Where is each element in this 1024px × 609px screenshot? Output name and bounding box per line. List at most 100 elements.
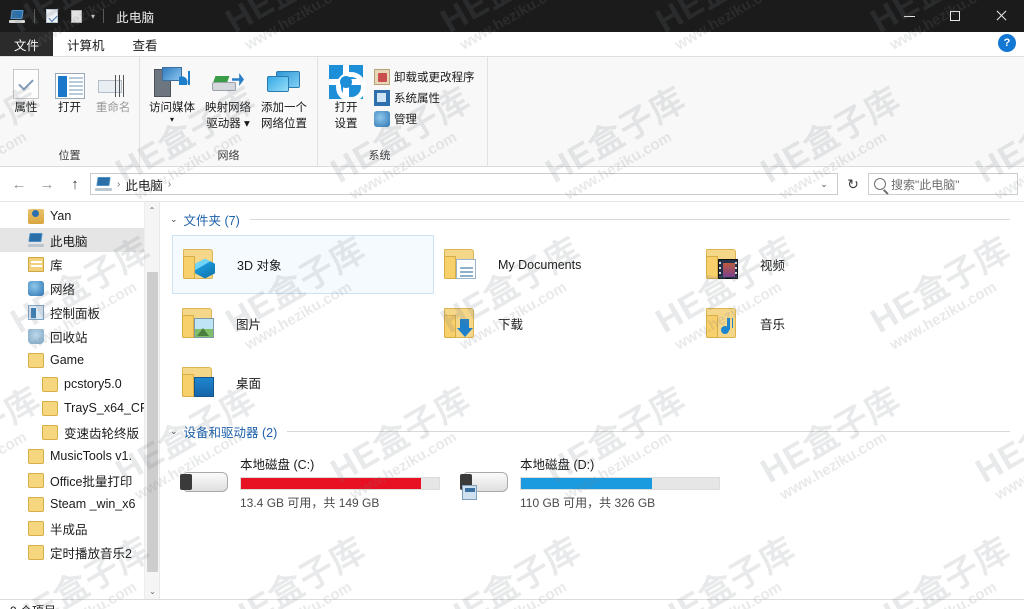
nav-item-musictools[interactable]: MusicTools v1. <box>0 444 159 468</box>
chevron-down-icon[interactable]: ⌄ <box>815 174 833 194</box>
nav-item-label: Yan <box>50 209 72 223</box>
access-media-button[interactable]: 访问媒体 ▾ <box>144 61 200 126</box>
scroll-up-icon[interactable]: ⌃ <box>145 202 159 218</box>
group-header-label: 文件夹 (7) <box>183 214 240 228</box>
system-properties-button[interactable]: 系统属性 <box>370 87 479 108</box>
breadcrumb-separator[interactable]: › <box>166 179 173 190</box>
divider <box>287 431 1010 432</box>
file-explorer-window: ▾ 此电脑 文件 计算机 查看 ? 属性 打开 重命名 位置 访问媒体 ▾ 映射… <box>0 0 1024 609</box>
add-network-location-button[interactable]: 添加一个 网络位置 <box>256 61 312 131</box>
this-pc-icon <box>95 177 112 191</box>
scroll-down-icon[interactable]: ⌄ <box>145 583 159 599</box>
ribbon-group-system: 打开 设置 卸载或更改程序 系统属性 管理 系统 <box>318 57 488 166</box>
folder-icon <box>28 520 44 536</box>
help-icon[interactable]: ? <box>998 34 1016 52</box>
rename-label: 重命名 <box>95 102 131 114</box>
rename-button[interactable]: 重命名 <box>91 61 135 115</box>
open-label: 打开 <box>58 102 81 114</box>
open-settings-button[interactable]: 打开 设置 <box>322 61 370 131</box>
search-icon <box>874 178 886 190</box>
group-header-folders[interactable]: ⌄ 文件夹 (7) <box>160 202 1024 231</box>
file-item-my-documents[interactable]: My Documents <box>434 235 696 294</box>
nav-item-pcstory[interactable]: pcstory5.0 <box>0 372 159 396</box>
divider <box>103 9 105 23</box>
settings-gear-icon <box>329 65 366 102</box>
folder-icon <box>442 304 488 344</box>
back-button[interactable]: ← <box>6 172 32 196</box>
nav-item-this-pc[interactable]: 此电脑 <box>0 228 159 252</box>
file-item-music[interactable]: 音乐 <box>696 294 958 353</box>
file-item-pictures[interactable]: 图片 <box>172 294 434 353</box>
nav-item-trays[interactable]: TrayS_x64_CP <box>0 396 159 420</box>
file-item-label: 视频 <box>760 259 786 273</box>
uninstall-program-button[interactable]: 卸载或更改程序 <box>370 66 479 87</box>
nav-item-label: 库 <box>50 258 63 273</box>
drive-capacity-text: 13.4 GB 可用，共 149 GB <box>240 495 380 510</box>
drive-item-c[interactable]: 本地磁盘 (C:) 13.4 GB 可用，共 149 GB <box>172 449 452 515</box>
maximize-button[interactable] <box>932 0 978 32</box>
folder-icon <box>28 448 44 464</box>
minimize-button[interactable] <box>886 0 932 32</box>
search-input[interactable]: 搜索"此电脑" <box>891 176 960 193</box>
title-bar: ▾ 此电脑 <box>0 0 1024 32</box>
nav-item-banchengpin[interactable]: 半成品 <box>0 516 159 540</box>
file-item-label: 下载 <box>498 318 524 332</box>
nav-item-libraries[interactable]: 库 <box>0 252 159 276</box>
breadcrumb-item-this-pc[interactable]: 此电脑 <box>125 175 163 194</box>
properties-icon[interactable] <box>41 5 63 27</box>
nav-item-label: 此电脑 <box>50 234 88 249</box>
breadcrumb[interactable]: › 此电脑 › ⌄ <box>90 173 838 195</box>
group-header-label: 设备和驱动器 (2) <box>183 426 278 440</box>
open-button[interactable]: 打开 <box>48 61 92 115</box>
folder-icon <box>28 496 44 512</box>
map-network-drive-button[interactable]: 映射网络 驱动器 ▾ <box>200 61 256 131</box>
forward-button[interactable]: → <box>34 172 60 196</box>
this-pc-icon[interactable] <box>6 5 28 27</box>
main-body: Yan 此电脑 库 网络 控制面板 回收站 Game pcstory5.0 Tr… <box>0 201 1024 599</box>
nav-item-dingshi[interactable]: 定时播放音乐2 <box>0 540 159 564</box>
nav-item-label: Game <box>50 353 85 367</box>
drive-usage-bar <box>520 476 720 490</box>
drive-usage-bar <box>240 476 440 490</box>
search-box[interactable]: 搜索"此电脑" <box>868 173 1018 195</box>
nav-item-control-panel[interactable]: 控制面板 <box>0 300 159 324</box>
libraries-icon <box>28 256 44 272</box>
nav-item-office[interactable]: Office批量打印 <box>0 468 159 492</box>
manage-button[interactable]: 管理 <box>370 108 479 129</box>
file-item-label: 音乐 <box>760 318 786 332</box>
nav-item-steam[interactable]: Steam _win_x6 <box>0 492 159 516</box>
chevron-down-icon[interactable]: ⌄ <box>170 426 178 437</box>
nav-item-game[interactable]: Game <box>0 348 159 372</box>
folder-icon <box>704 245 750 285</box>
nav-item-network[interactable]: 网络 <box>0 276 159 300</box>
tab-file[interactable]: 文件 <box>0 32 54 56</box>
scrollbar-thumb[interactable] <box>147 272 158 572</box>
folder-icon <box>28 352 44 368</box>
nav-item-label: 半成品 <box>50 522 88 537</box>
file-list-view: ⌄ 文件夹 (7) 3D 对象 My Documents 视频 图片 下载 音乐… <box>160 202 1024 599</box>
chevron-down-icon[interactable]: ⌄ <box>170 214 178 225</box>
file-item-videos[interactable]: 视频 <box>696 235 958 294</box>
window-controls <box>886 0 1024 32</box>
tab-view[interactable]: 查看 <box>119 32 172 56</box>
properties-icon <box>12 65 39 99</box>
file-item-desktop[interactable]: 桌面 <box>172 353 434 412</box>
group-header-drives[interactable]: ⌄ 设备和驱动器 (2) <box>160 412 1024 443</box>
nav-item-biansu[interactable]: 变速齿轮终版 <box>0 420 159 444</box>
tab-computer[interactable]: 计算机 <box>53 32 119 56</box>
close-button[interactable] <box>978 0 1024 32</box>
file-item-3d-objects[interactable]: 3D 对象 <box>172 235 434 294</box>
navigation-scrollbar[interactable]: ⌃ ⌄ <box>144 202 159 599</box>
file-item-downloads[interactable]: 下载 <box>434 294 696 353</box>
nav-item-recycle-bin[interactable]: 回收站 <box>0 324 159 348</box>
chevron-down-icon[interactable]: ▾ <box>89 12 97 21</box>
properties-button[interactable]: 属性 <box>4 61 48 115</box>
refresh-icon[interactable]: ↻ <box>840 173 866 195</box>
up-button[interactable]: ↑ <box>62 172 88 196</box>
chevron-down-icon[interactable]: ▾ <box>170 113 174 126</box>
nav-item-yan[interactable]: Yan <box>0 204 159 228</box>
new-folder-icon[interactable] <box>65 5 87 27</box>
drive-item-d[interactable]: 本地磁盘 (D:) 110 GB 可用，共 326 GB <box>452 449 732 515</box>
drive-name: 本地磁盘 (C:) <box>240 457 315 472</box>
nav-item-label: 控制面板 <box>50 306 101 321</box>
